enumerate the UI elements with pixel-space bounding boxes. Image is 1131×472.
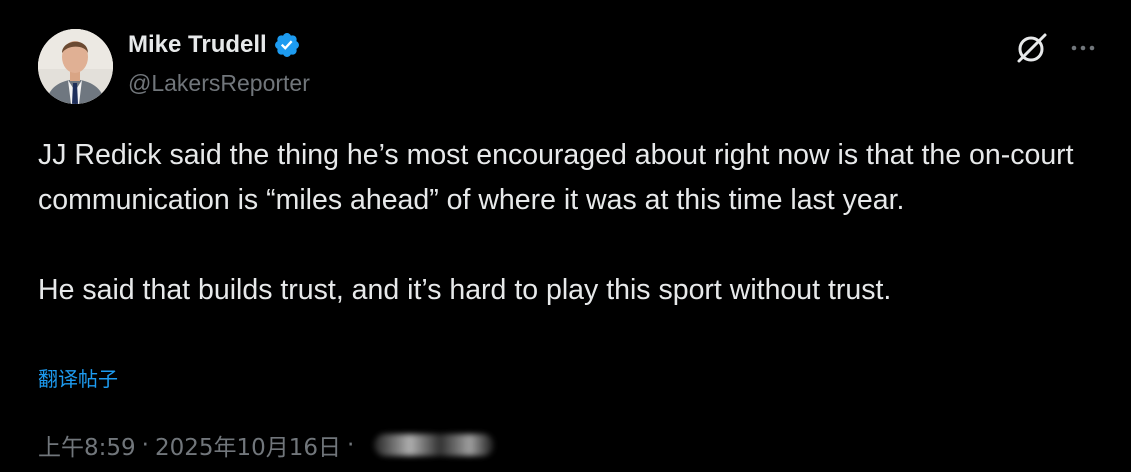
grok-icon[interactable] [1013, 31, 1051, 65]
verified-badge-icon[interactable] [273, 31, 301, 59]
post-paragraph: JJ Redick said the thing he’s most encou… [38, 139, 1074, 216]
post-time[interactable]: 上午8:59 [38, 428, 136, 462]
post-date[interactable]: 2025年10月16日 [155, 428, 341, 462]
separator: · [347, 432, 355, 458]
profile-photo-icon [38, 29, 113, 104]
translate-post-link[interactable]: 翻译帖子 [38, 363, 118, 392]
post-paragraph: He said that builds trust, and it’s hard… [38, 274, 892, 306]
post-metadata: 上午8:59 · 2025年10月16日 · [38, 428, 495, 462]
author-display-name[interactable]: Mike Trudell [128, 31, 267, 59]
blurred-view-count [374, 434, 495, 456]
more-options-icon[interactable] [1066, 37, 1100, 59]
author-avatar[interactable] [38, 29, 113, 104]
separator: · [141, 432, 149, 458]
post-card: Mike Trudell @LakersReporter JJ Redick s… [0, 0, 1131, 472]
author-name-row: Mike Trudell [128, 31, 301, 59]
post-text: JJ Redick said the thing he’s most encou… [38, 133, 1108, 313]
author-handle[interactable]: @LakersReporter [128, 70, 310, 97]
